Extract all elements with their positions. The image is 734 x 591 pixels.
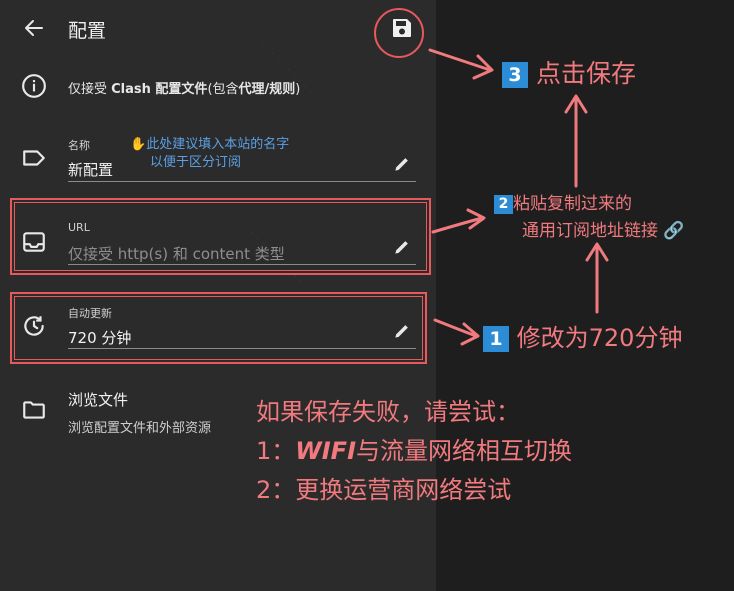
step2-badge: 2 — [494, 194, 513, 214]
browse-files-subtitle: 浏览配置文件和外部资源 — [68, 421, 212, 436]
folder-icon — [21, 397, 47, 423]
name-edit-button[interactable] — [392, 154, 412, 174]
inbox-icon — [21, 229, 47, 255]
link-icon: 🔗 — [658, 221, 685, 241]
step1-annotation: 1 修改为720分钟 — [483, 318, 682, 353]
auto-update-underline — [68, 348, 416, 349]
url-field-input[interactable]: 仅接受 http(s) 和 content 类型 — [68, 243, 285, 264]
url-edit-button[interactable] — [392, 237, 412, 257]
arrow-left-icon — [25, 20, 43, 36]
step3-badge: 3 — [502, 62, 528, 88]
label-tag-icon — [21, 145, 47, 171]
save-highlight-circle — [374, 8, 424, 58]
pencil-icon — [395, 325, 408, 338]
back-button[interactable] — [22, 16, 46, 40]
step2-annotation: 2 粘贴复制过来的 通用订阅地址链接 🔗 — [494, 191, 685, 245]
auto-update-edit-button[interactable] — [392, 321, 412, 341]
name-hint: ✋此处建议填入本站的名字 以便于区分订阅 — [130, 137, 290, 170]
name-field-input[interactable]: 新配置 — [68, 159, 113, 180]
browse-files-title[interactable]: 浏览文件 — [68, 389, 128, 410]
history-clock-icon — [21, 313, 47, 339]
info-icon — [21, 73, 47, 99]
auto-update-input[interactable]: 720 分钟 — [68, 327, 131, 348]
step3-annotation: 3 点击保存 — [502, 54, 636, 90]
url-field-underline — [68, 264, 416, 265]
url-field-label: URL — [68, 221, 90, 234]
name-field-label: 名称 — [68, 139, 90, 152]
hand-icon: ✋ — [130, 137, 147, 152]
failure-note: 如果保存失败，请尝试： 1：WIFI与流量网络相互切换 2：更换运营商网络尝试 — [256, 398, 573, 504]
pencil-icon — [395, 158, 408, 171]
info-text: 仅接受 Clash 配置文件(包含代理/规则) — [68, 82, 301, 97]
name-field-underline — [68, 181, 416, 182]
auto-update-label: 自动更新 — [68, 307, 112, 320]
step1-badge: 1 — [483, 326, 509, 352]
pencil-icon — [395, 241, 408, 254]
page-title: 配置 — [68, 20, 107, 42]
